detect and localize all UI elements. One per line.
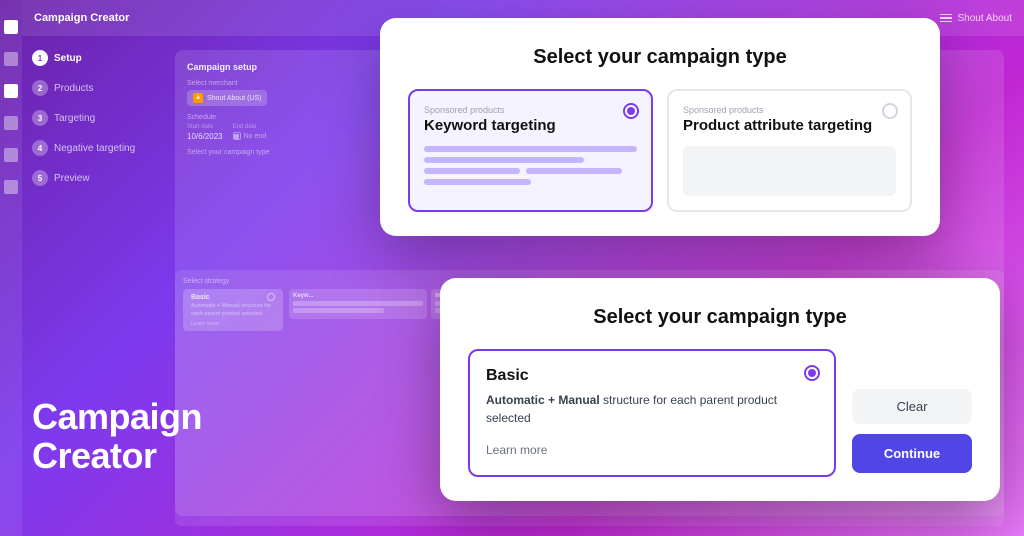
card-keyword-subtitle: Sponsored products <box>424 105 637 115</box>
merchant-logo: a <box>193 93 203 103</box>
step-4[interactable]: 4 Negative targeting <box>32 140 162 156</box>
card-keyword-targeting[interactable]: Sponsored products Keyword targeting <box>408 89 653 212</box>
step-5[interactable]: 5 Preview <box>32 170 162 186</box>
sidebar <box>0 0 22 536</box>
bg-end-date-block: End date No end <box>233 124 267 141</box>
card-product-radio <box>882 103 898 119</box>
modal-campaign-type-top: Select your campaign type Sponsored prod… <box>380 18 940 236</box>
basic-desc-bold: Automatic + Manual <box>486 393 600 407</box>
menu-icon[interactable] <box>940 14 952 23</box>
modal-bottom-inner: Basic Automatic + Manual structure for e… <box>468 349 972 477</box>
bg-no-end-label: No end <box>244 133 267 140</box>
step-3-label: Targeting <box>54 113 95 124</box>
topbar-user: Shout About <box>958 13 1013 24</box>
learn-more-link[interactable]: Learn more <box>486 443 547 457</box>
bg-start-label: Start date <box>187 124 223 130</box>
basic-card-title: Basic <box>486 367 818 385</box>
card-line-2 <box>424 157 584 163</box>
step-3-num: 3 <box>32 110 48 126</box>
basic-card-radio <box>804 365 820 381</box>
modal-bottom-title: Select your campaign type <box>468 306 972 329</box>
card-product-placeholder <box>683 146 896 196</box>
card-product-attribute[interactable]: Sponsored products Product attribute tar… <box>667 89 912 212</box>
sidebar-icon-bell[interactable] <box>4 180 18 194</box>
step-2-num: 2 <box>32 80 48 96</box>
sidebar-icon-user[interactable] <box>4 52 18 66</box>
bg-basic-card: Basic Automatic + Manual structure for e… <box>183 289 283 331</box>
bg-end-label: End date <box>233 124 267 130</box>
brand-text: Campaign Creator <box>32 397 202 476</box>
card-product-subtitle: Sponsored products <box>683 105 896 115</box>
brand-line2: Creator <box>32 436 202 476</box>
modal-campaign-type-bottom: Select your campaign type Basic Automati… <box>440 278 1000 501</box>
basic-card-desc: Automatic + Manual structure for each pa… <box>486 391 818 427</box>
card-line-row <box>424 168 637 174</box>
sidebar-icon-grid[interactable] <box>4 20 18 34</box>
basic-campaign-card[interactable]: Basic Automatic + Manual structure for e… <box>468 349 836 477</box>
bg-start-date: 10/6/2023 <box>187 132 223 141</box>
app-title: Campaign Creator <box>34 12 129 24</box>
card-product-name: Product attribute targeting <box>683 117 896 134</box>
step-5-label: Preview <box>54 173 90 184</box>
step-1[interactable]: 1 Setup <box>32 50 162 66</box>
step-4-num: 4 <box>32 140 48 156</box>
step-1-num: 1 <box>32 50 48 66</box>
topbar-right: Shout About <box>940 13 1013 24</box>
sidebar-icon-chart[interactable] <box>4 84 18 98</box>
step-5-num: 5 <box>32 170 48 186</box>
continue-button[interactable]: Continue <box>852 434 972 473</box>
card-line-4 <box>424 179 531 185</box>
card-line-3b <box>526 168 622 174</box>
steps-nav: 1 Setup 2 Products 3 Targeting 4 Negativ… <box>32 50 162 200</box>
bg-start-date-block: Start date 10/6/2023 <box>187 124 223 141</box>
merchant-name: Shout About (US) <box>207 95 261 102</box>
card-keyword-name: Keyword targeting <box>424 117 637 134</box>
card-keyword-lines <box>424 146 637 185</box>
step-2[interactable]: 2 Products <box>32 80 162 96</box>
step-2-label: Products <box>54 83 93 94</box>
sidebar-icon-tag[interactable] <box>4 116 18 130</box>
step-4-label: Negative targeting <box>54 143 135 154</box>
step-3[interactable]: 3 Targeting <box>32 110 162 126</box>
brand-line1: Campaign <box>32 397 202 437</box>
step-1-label: Setup <box>54 53 82 64</box>
clear-button[interactable]: Clear <box>852 389 972 424</box>
bg-basic-radio <box>267 293 275 301</box>
card-keyword-radio <box>623 103 639 119</box>
modal-top-title: Select your campaign type <box>408 46 912 69</box>
bg-col-1: Keyw... <box>289 289 427 319</box>
bg-merchant-row: a Shout About (US) <box>187 90 267 106</box>
sidebar-icon-settings[interactable] <box>4 148 18 162</box>
bg-no-end: No end <box>233 132 267 140</box>
bg-basic-label: Basic <box>191 294 210 301</box>
card-line-1 <box>424 146 637 152</box>
bg-basic-desc: Automatic + Manual structure for each pa… <box>191 303 275 318</box>
card-line-3a <box>424 168 520 174</box>
campaign-type-cards: Sponsored products Keyword targeting Spo… <box>408 89 912 212</box>
bg-learn-more: Learn more <box>191 321 275 327</box>
modal-actions: Clear Continue <box>852 349 972 473</box>
